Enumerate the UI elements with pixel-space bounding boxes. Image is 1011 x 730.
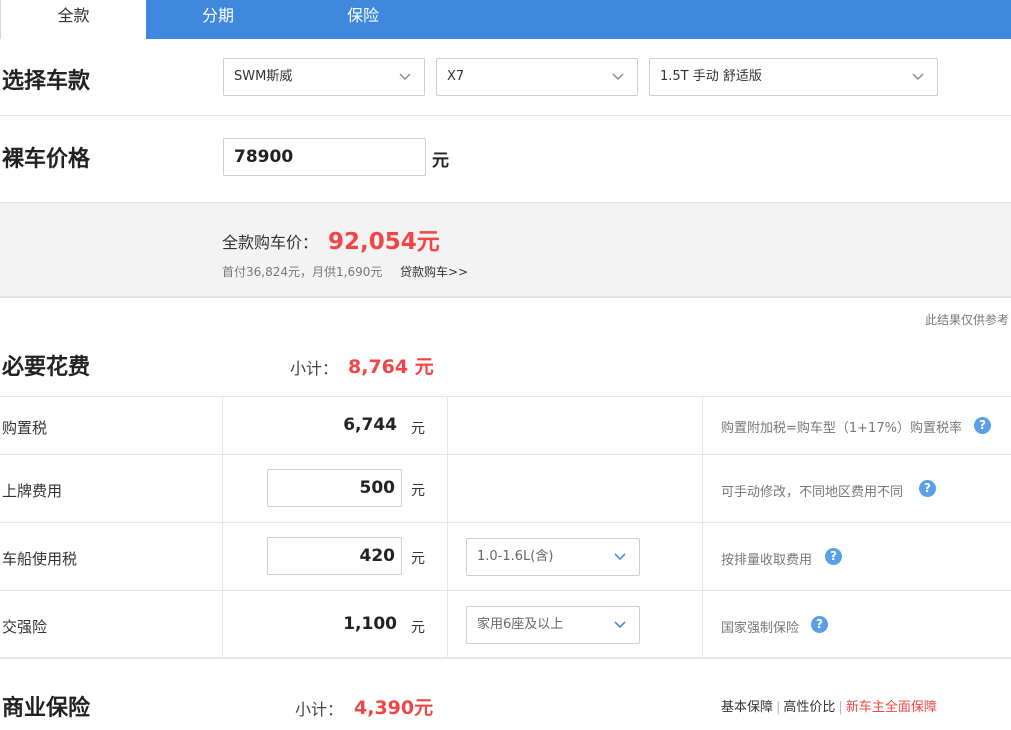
displacement-select[interactable]: 1.0-1.6L(含) xyxy=(466,538,640,576)
plan-basic-link[interactable]: 基本保障 xyxy=(721,700,773,715)
bare-price-title: 裸车价格 xyxy=(2,147,91,172)
commercial-subtotal-value: 4,390元 xyxy=(354,697,434,719)
bare-price-input[interactable] xyxy=(223,138,426,176)
purchase-tax-unit: 元 xyxy=(411,421,425,437)
total-price-value: 92,054元 xyxy=(328,229,440,255)
table-column-divider xyxy=(222,396,223,658)
total-summary-panel xyxy=(0,202,1011,298)
purchase-tax-label: 购置税 xyxy=(2,419,48,437)
registration-fee-label: 上牌费用 xyxy=(2,482,63,500)
compulsory-insurance-unit: 元 xyxy=(411,620,425,636)
compulsory-insurance-label: 交强险 xyxy=(2,618,48,636)
commercial-subtotal-label: 小计： xyxy=(295,700,344,719)
vehicle-tax-label: 车船使用税 xyxy=(2,550,78,568)
registration-fee-unit: 元 xyxy=(411,483,425,499)
brand-select-value: SWM斯威 xyxy=(234,69,293,84)
vehicle-tax-desc: 按排量收取费用 xyxy=(721,553,813,568)
bare-price-unit: 元 xyxy=(432,151,449,171)
tab-insurance[interactable]: 保险 xyxy=(328,0,398,39)
required-fees-title: 必要花费 xyxy=(2,355,91,380)
seat-type-select-value: 家用6座及以上 xyxy=(477,617,564,632)
insurance-plan-links: 基本保障 | 高性价比 | 新车主全面保障 xyxy=(721,700,937,715)
table-divider xyxy=(0,590,1011,591)
vehicle-tax-unit: 元 xyxy=(411,551,425,567)
tab-full-payment[interactable]: 全款 xyxy=(0,0,146,39)
plan-value-link[interactable]: 高性价比 xyxy=(783,700,835,715)
loan-summary-text: 首付36,824元，月供1,690元 xyxy=(222,265,383,279)
chevron-down-icon xyxy=(912,73,924,80)
table-column-divider xyxy=(447,396,448,658)
purchase-tax-value: 6,744 xyxy=(343,415,397,435)
table-divider xyxy=(0,522,1011,523)
required-subtotal-label: 小计： xyxy=(290,359,339,378)
loan-purchase-link[interactable]: 贷款购车>> xyxy=(400,263,468,280)
chevron-down-icon xyxy=(612,73,624,80)
required-subtotal-value: 8,764 元 xyxy=(348,356,434,378)
model-select-value: X7 xyxy=(447,69,465,84)
purchase-tax-desc: 购置附加税=购车型（1+17%）购置税率 xyxy=(721,421,962,436)
registration-fee-input[interactable] xyxy=(267,469,402,507)
chevron-down-icon xyxy=(614,621,626,629)
help-icon[interactable]: ? xyxy=(919,480,936,497)
tab-bar: 全款 分期 保险 xyxy=(0,0,1011,39)
total-price-label: 全款购车价： xyxy=(222,233,319,252)
vehicle-tax-input[interactable] xyxy=(267,537,402,575)
help-icon[interactable]: ? xyxy=(825,548,842,565)
chevron-down-icon xyxy=(614,553,626,561)
divider xyxy=(0,115,1011,116)
compulsory-insurance-desc: 国家强制保险 xyxy=(721,621,800,636)
displacement-select-value: 1.0-1.6L(含) xyxy=(477,549,554,564)
model-select[interactable]: X7 xyxy=(436,58,638,96)
select-vehicle-title: 选择车款 xyxy=(2,69,91,94)
table-divider xyxy=(0,657,1011,659)
brand-select[interactable]: SWM斯威 xyxy=(223,58,425,96)
plan-full-link[interactable]: 新车主全面保障 xyxy=(846,700,937,715)
registration-fee-desc: 可手动修改，不同地区费用不同 xyxy=(721,485,904,500)
compulsory-insurance-value: 1,100 xyxy=(343,614,397,634)
chevron-down-icon xyxy=(399,73,411,80)
trim-select-value: 1.5T 手动 舒适版 xyxy=(660,69,762,84)
help-icon[interactable]: ? xyxy=(974,417,991,434)
trim-select[interactable]: 1.5T 手动 舒适版 xyxy=(649,58,938,96)
commercial-insurance-title: 商业保险 xyxy=(2,696,91,721)
seat-type-select[interactable]: 家用6座及以上 xyxy=(466,606,640,644)
table-divider xyxy=(0,454,1011,455)
help-icon[interactable]: ? xyxy=(811,616,828,633)
tab-installment[interactable]: 分期 xyxy=(183,0,253,39)
table-divider xyxy=(0,396,1011,397)
table-column-divider xyxy=(702,396,703,658)
disclaimer-note: 此结果仅供参考 xyxy=(924,313,1009,327)
